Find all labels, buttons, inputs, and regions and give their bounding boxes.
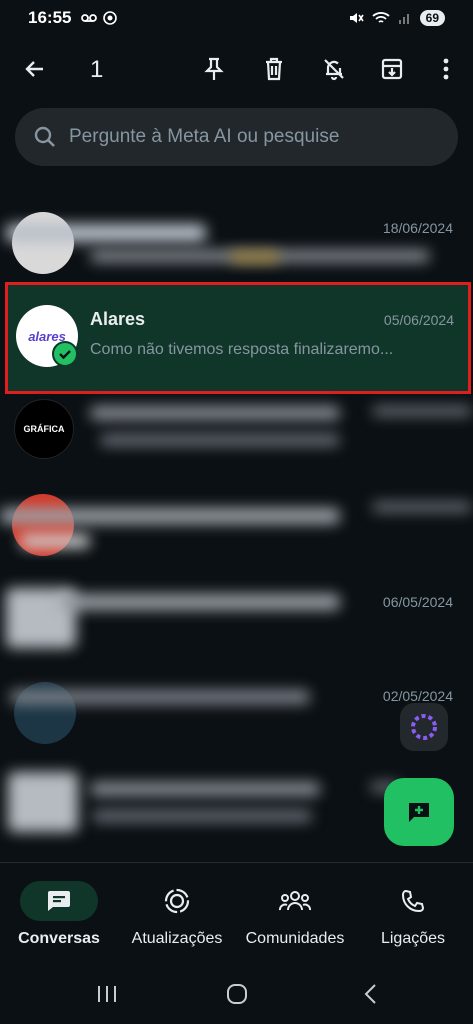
nav-label: Ligações (380, 930, 446, 947)
avatar-logo-text: GRÁFICA (23, 424, 65, 434)
arrow-left-icon (25, 61, 43, 77)
new-chat-button[interactable] (384, 778, 454, 846)
status-time: 16:55 (28, 8, 72, 27)
more-options-button[interactable] (426, 49, 466, 89)
selection-action-bar: 1 (0, 36, 473, 102)
mute-icon (349, 13, 364, 23)
chat-row[interactable]: GRÁFICA (0, 396, 473, 490)
radar-icon (103, 11, 118, 25)
avatar: GRÁFICA (14, 399, 74, 459)
back-nav-icon[interactable] (362, 983, 378, 1005)
chat-row[interactable]: 18/06/2024 (0, 196, 473, 290)
chat-icon (48, 891, 70, 911)
signal-icon (398, 14, 409, 24)
pin-icon (204, 57, 224, 80)
home-icon[interactable] (226, 983, 248, 1005)
bell-off-icon (324, 59, 344, 81)
avatar (8, 772, 78, 832)
selected-count: 1 (90, 56, 104, 83)
search-placeholder: Pergunte à Meta AI ou pesquise (69, 126, 340, 147)
pin-button[interactable] (194, 49, 234, 89)
search-bar[interactable]: Pergunte à Meta AI ou pesquise (15, 108, 458, 166)
battery-level: 69 (419, 10, 445, 26)
nav-label: Atualizações (131, 930, 223, 947)
nav-atualizacoes[interactable]: Atualizações (118, 863, 236, 948)
delete-button[interactable] (254, 49, 294, 89)
mute-button[interactable] (314, 49, 354, 89)
nav-comunidades[interactable]: Comunidades (236, 863, 354, 948)
chat-row[interactable]: 06/05/2024 (0, 580, 473, 674)
chat-name: Alares (90, 309, 146, 329)
chat-date: 06/05/2024 (382, 594, 453, 610)
meta-ai-icon (411, 714, 437, 740)
wifi-icon (372, 12, 390, 23)
bottom-navigation: Conversas Atualizações Comunidades Ligaç… (0, 862, 473, 962)
more-vertical-icon (443, 58, 449, 80)
avatar (12, 212, 74, 274)
nav-conversas[interactable]: Conversas (0, 863, 118, 948)
chat-row-selected[interactable]: alares Alares 05/06/2024 Como não tivemo… (5, 282, 471, 394)
nav-label: Comunidades (245, 930, 345, 947)
status-icon (164, 888, 190, 914)
chat-date: 05/06/2024 (383, 312, 454, 328)
archive-button[interactable] (372, 49, 412, 89)
archive-icon (381, 58, 403, 80)
check-icon (59, 350, 71, 360)
search-icon (34, 126, 55, 147)
communities-icon (279, 891, 311, 911)
trash-icon (266, 57, 282, 81)
chat-date: 02/05/2024 (382, 688, 453, 704)
phone-icon (401, 889, 425, 913)
recent-apps-icon[interactable] (96, 984, 118, 1004)
back-button[interactable] (15, 49, 55, 89)
chat-preview: Como não tivemos resposta finalizaremo..… (90, 341, 394, 358)
nav-label: Conversas (18, 930, 100, 947)
system-navigation-bar (0, 970, 473, 1024)
nav-ligacoes[interactable]: Ligações (354, 863, 472, 948)
voicemail-icon (81, 14, 98, 22)
selected-check-badge (52, 341, 78, 367)
status-bar: 16:55 69 (0, 0, 473, 36)
new-chat-icon (409, 803, 429, 822)
chat-row[interactable] (0, 488, 473, 582)
chat-date: 18/06/2024 (382, 220, 453, 236)
meta-ai-button[interactable] (400, 703, 448, 751)
